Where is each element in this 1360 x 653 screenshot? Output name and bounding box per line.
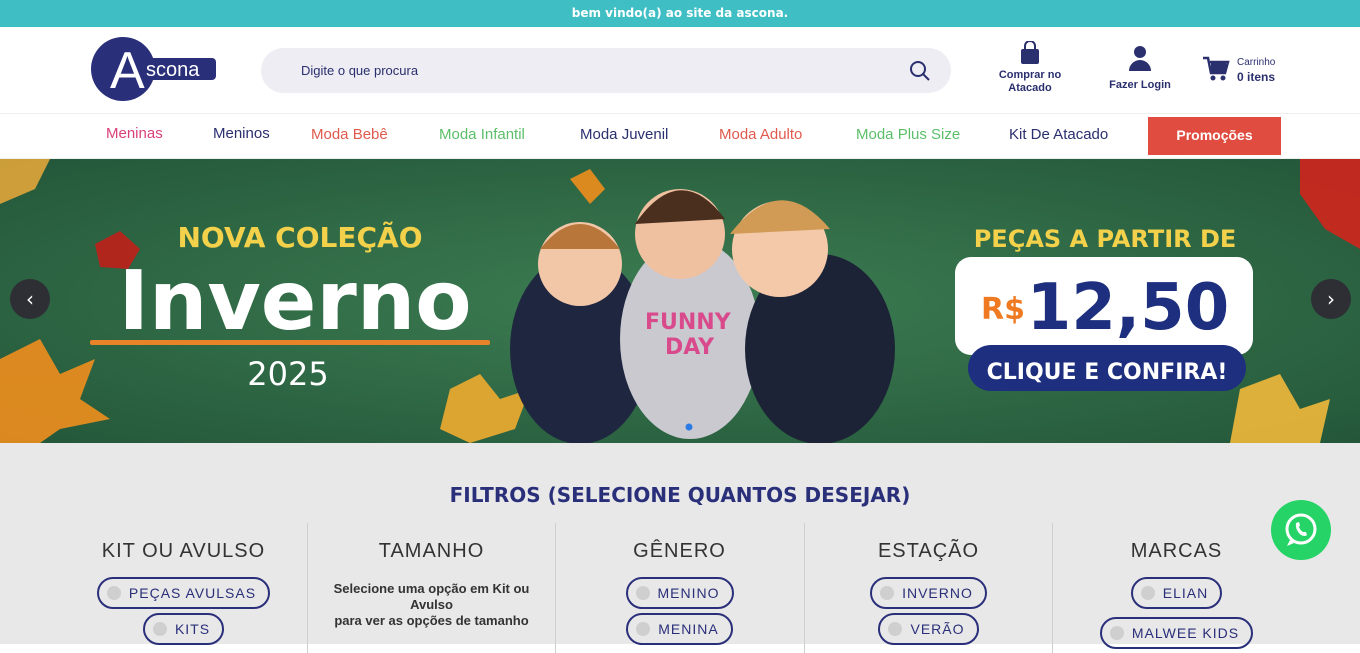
filter-kit-title: KIT OU AVULSO (101, 540, 266, 562)
banner-year: 2025 (247, 355, 328, 393)
filter-option-menino[interactable]: MENINO (625, 577, 734, 609)
filter-option-malwee-kids[interactable]: MALWEE KIDS (1099, 617, 1254, 649)
login-label: Fazer Login (1109, 79, 1171, 91)
nav-meninas[interactable]: Meninas (106, 125, 163, 142)
filter-option-label: INVERNO (902, 585, 973, 601)
filter-option-label: MENINA (658, 621, 719, 637)
nav-moda-juvenil[interactable]: Moda Juvenil (580, 126, 668, 143)
hero-banner[interactable]: FUNNY DAY NOVA COLEÇÃO Inverno 2025 PEÇA… (0, 159, 1360, 443)
filter-season-title: ESTAÇÃO (877, 540, 980, 562)
radio-icon (1140, 586, 1155, 600)
cart-label: Carrinho (1237, 57, 1276, 68)
cart-count: 0 itens (1237, 70, 1276, 84)
banner-price-intro: PEÇAS A PARTIR DE (974, 225, 1237, 253)
filter-brand-title: MARCAS (1130, 540, 1223, 562)
radio-icon (635, 586, 650, 600)
cart-link[interactable]: Carrinho 0 itens (1202, 55, 1292, 87)
carousel-prev-button[interactable]: ‹ (10, 279, 50, 319)
filter-option-label: VERÃO (910, 621, 965, 637)
nav-moda-bebe[interactable]: Moda Bebê (311, 126, 388, 143)
ascona-logo[interactable]: A scona (90, 36, 217, 102)
filter-size-note: Selecione uma opção em Kit ou Avulso par… (308, 581, 555, 629)
whatsapp-icon (1285, 513, 1317, 546)
wholesale-label-line1: Comprar no (998, 69, 1062, 81)
radio-icon (636, 622, 651, 636)
banner-price: 12,50 (1027, 271, 1229, 345)
banner-currency: R$ (981, 292, 1025, 327)
filters-title: FILTROS (SELECIONE QUANTOS DESEJAR) (449, 483, 911, 507)
banner-kicker: NOVA COLEÇÃO (177, 220, 422, 254)
filter-size-note-line1: Selecione uma opção em Kit ou (333, 581, 530, 596)
radio-icon (106, 586, 121, 600)
carousel-dot-active (685, 423, 693, 431)
filter-option-label: PEÇAS AVULSAS (128, 585, 257, 601)
nav-moda-infantil[interactable]: Moda Infantil (439, 126, 525, 143)
chevron-left-icon: ‹ (26, 287, 34, 311)
search-bar (261, 48, 951, 93)
filter-option-elian[interactable]: ELIAN (1130, 577, 1223, 609)
filters-section: FILTROS (SELECIONE QUANTOS DESEJAR) KIT … (0, 443, 1360, 653)
whatsapp-button[interactable] (1271, 500, 1331, 560)
filter-size-note-line3: para ver as opções de tamanho (334, 613, 529, 628)
filter-size-column: TAMANHO Selecione uma opção em Kit ou Av… (308, 523, 555, 653)
welcome-bar: bem vindo(a) ao site da ascona. (0, 0, 1360, 27)
filter-size-note-line2: Avulso (410, 597, 453, 612)
nav-kit-atacado[interactable]: Kit De Atacado (1009, 126, 1108, 143)
banner-cta: CLIQUE E CONFIRA! (987, 360, 1228, 385)
chevron-right-icon: › (1327, 287, 1335, 311)
logo-letter: A (110, 42, 145, 100)
filter-option-kits[interactable]: KITS (142, 613, 225, 645)
carousel-next-button[interactable]: › (1311, 279, 1351, 319)
filter-option-pecas-avulsas[interactable]: PEÇAS AVULSAS (96, 577, 271, 609)
wholesale-link[interactable]: Comprar no Atacado (995, 40, 1065, 95)
radio-icon (888, 622, 903, 636)
category-nav: Meninas Meninos Moda Bebê Moda Infantil … (0, 114, 1360, 159)
welcome-text: bem vindo(a) ao site da ascona. (571, 6, 789, 20)
search-icon[interactable] (909, 60, 931, 82)
filter-option-label: MENINO (657, 585, 720, 601)
site-header: A scona Comprar no Atacado Fazer Login C… (0, 27, 1360, 114)
radio-icon (1109, 626, 1124, 640)
filter-option-verao[interactable]: VERÃO (878, 613, 979, 645)
radio-icon (880, 586, 895, 600)
banner-headline: Inverno (118, 254, 471, 349)
filter-option-label: KITS (174, 621, 211, 637)
wholesale-label-line2: Atacado (1008, 82, 1052, 94)
shirt-text-1: FUNNY (645, 310, 732, 335)
search-input[interactable] (301, 48, 881, 93)
nav-meninos[interactable]: Meninos (213, 125, 270, 142)
nav-moda-adulto[interactable]: Moda Adulto (719, 126, 802, 143)
banner-art: FUNNY DAY NOVA COLEÇÃO Inverno 2025 PEÇA… (0, 159, 1360, 443)
filter-size-title: TAMANHO (378, 540, 485, 562)
shirt-text-2: DAY (665, 335, 715, 360)
filter-season-column: ESTAÇÃO INVERNO VERÃO (805, 523, 1052, 653)
filter-option-label: MALWEE KIDS (1131, 625, 1240, 641)
filter-brand-column: MARCAS ELIAN MALWEE KIDS (1053, 523, 1300, 653)
filter-gender-column: GÊNERO MENINO MENINA (556, 523, 803, 653)
filter-kit-column: KIT OU AVULSO PEÇAS AVULSAS KITS (60, 523, 307, 653)
login-link[interactable]: Fazer Login (1104, 45, 1176, 92)
nav-moda-plus-size[interactable]: Moda Plus Size (856, 126, 960, 143)
radio-icon (152, 622, 167, 636)
filter-option-label: ELIAN (1162, 585, 1209, 601)
filter-option-menina[interactable]: MENINA (626, 613, 733, 645)
filter-option-inverno[interactable]: INVERNO (870, 577, 987, 609)
promotions-button[interactable]: Promoções (1148, 117, 1281, 155)
logo-wordmark: scona (146, 59, 200, 81)
filter-gender-title: GÊNERO (633, 540, 726, 562)
user-icon (1129, 46, 1151, 71)
shopping-bag-icon (1021, 40, 1039, 64)
cart-icon (1203, 56, 1230, 81)
